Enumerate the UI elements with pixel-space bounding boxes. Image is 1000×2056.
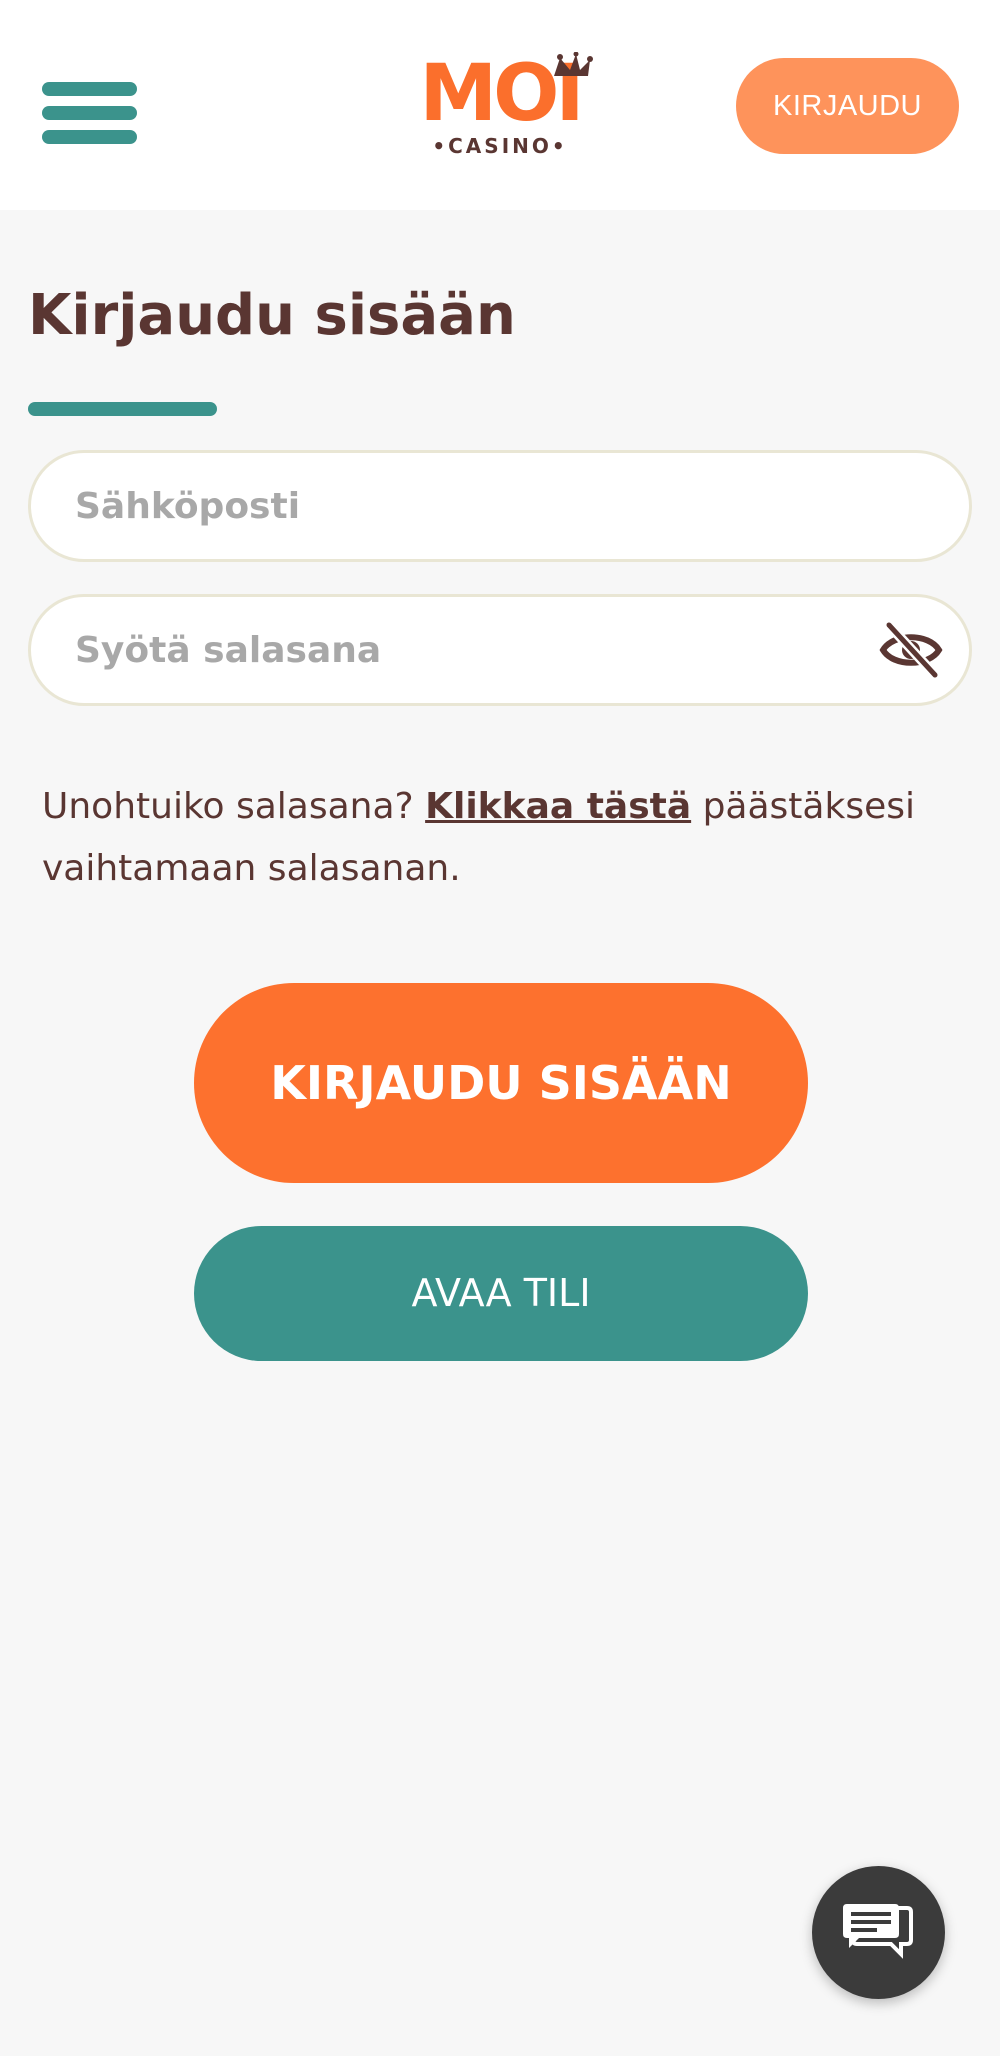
email-field [28,450,972,562]
menu-line [42,130,137,144]
password-field [28,594,972,706]
hamburger-menu-icon[interactable] [42,82,137,144]
chat-button[interactable] [812,1866,945,1999]
email-input[interactable] [75,453,875,559]
moi-casino-logo[interactable]: MOI •CASINO• [410,52,593,160]
password-input[interactable] [75,597,875,703]
chat-bubbles-icon [843,1904,913,1959]
page-title: Kirjaudu sisään [28,283,516,348]
login-button[interactable]: KIRJAUDU SISÄÄN [194,983,808,1183]
eye-slash-icon[interactable] [879,621,943,679]
jester-hat-icon [554,52,593,76]
title-underline [28,402,217,416]
forgot-password-text: Unohtuiko salasana? Klikkaa tästä päästä… [42,776,942,900]
forgot-text-before: Unohtuiko salasana? [42,786,426,827]
logo-sub-text: •CASINO• [432,134,568,158]
header: MOI •CASINO• KIRJAUDU [0,0,1000,210]
header-login-button[interactable]: KIRJAUDU [736,58,959,154]
open-account-button[interactable]: AVAA TILI [194,1226,808,1361]
forgot-password-link[interactable]: Klikkaa tästä [425,786,691,827]
menu-line [42,82,137,96]
menu-line [42,106,137,120]
